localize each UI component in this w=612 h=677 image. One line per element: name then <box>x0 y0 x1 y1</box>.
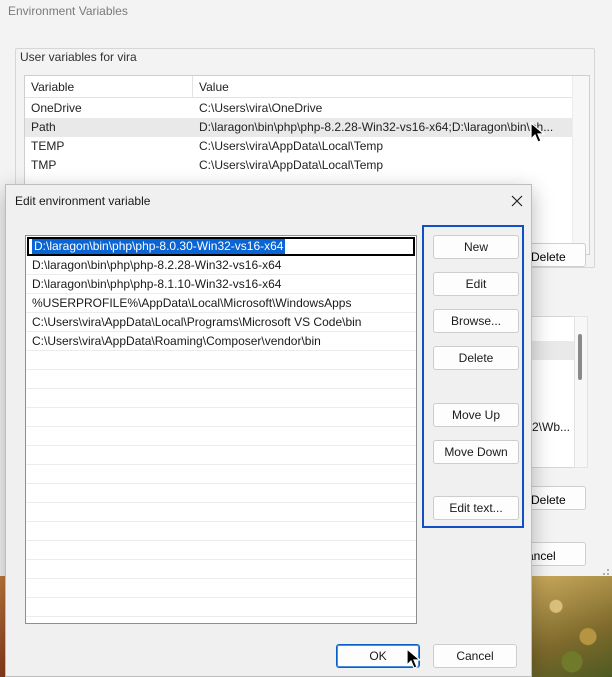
empty-row[interactable] <box>26 427 416 446</box>
mouse-pointer-icon <box>530 122 546 143</box>
resize-grip-icon[interactable] <box>600 566 610 576</box>
system-variables-table[interactable] <box>525 316 575 468</box>
table-row[interactable]: TEMP C:\Users\vira\AppData\Local\Temp <box>25 137 573 156</box>
cancel-button[interactable]: Cancel <box>433 644 517 668</box>
edit-button[interactable]: Edit <box>433 272 519 296</box>
vertical-scrollbar[interactable] <box>572 76 589 254</box>
path-row[interactable]: D:\laragon\bin\php\php-8.2.28-Win32-vs16… <box>26 256 416 275</box>
window-title: Environment Variables <box>8 4 128 18</box>
system-delete-button[interactable]: Delete <box>526 486 586 510</box>
path-text: D:\laragon\bin\php\php-8.1.10-Win32-vs16… <box>32 277 282 291</box>
empty-row[interactable] <box>26 446 416 465</box>
column-header-variable[interactable]: Variable <box>31 80 74 94</box>
empty-row[interactable] <box>26 465 416 484</box>
variable-value: C:\Users\vira\AppData\Local\Temp <box>199 158 384 172</box>
variable-value: C:\Users\vira\OneDrive <box>199 101 323 115</box>
path-list[interactable]: D:\laragon\bin\php\php-8.0.30-Win32-vs16… <box>25 235 417 624</box>
desktop-wallpaper <box>532 576 612 677</box>
user-variables-group-label: User variables for vira <box>19 50 138 64</box>
system-variable-value: 2\Wb... <box>532 420 571 434</box>
empty-row[interactable] <box>26 522 416 541</box>
path-text: D:\laragon\bin\php\php-8.2.28-Win32-vs16… <box>32 258 282 272</box>
window-cancel-button[interactable]: ancel <box>526 542 586 566</box>
close-button[interactable] <box>504 189 530 213</box>
path-text: C:\Users\vira\AppData\Local\Programs\Mic… <box>32 315 362 329</box>
edit-text-button[interactable]: Edit text... <box>433 496 519 520</box>
table-row[interactable]: TMP C:\Users\vira\AppData\Local\Temp <box>25 156 573 175</box>
mouse-pointer-icon <box>406 648 422 669</box>
path-row-selected[interactable]: D:\laragon\bin\php\php-8.0.30-Win32-vs16… <box>27 237 415 256</box>
variable-name: TEMP <box>31 139 65 153</box>
edit-environment-variable-dialog: Edit environment variable D:\laragon\bin… <box>5 184 532 677</box>
variable-value: D:\laragon\bin\php\php-8.2.28-Win32-vs16… <box>199 120 554 134</box>
table-header: Variable Value <box>25 76 573 98</box>
empty-row[interactable] <box>26 579 416 598</box>
path-text: C:\Users\vira\AppData\Roaming\Composer\v… <box>32 334 321 348</box>
path-row[interactable]: %USERPROFILE%\AppData\Local\Microsoft\Wi… <box>26 294 416 313</box>
dialog-title: Edit environment variable <box>15 194 151 208</box>
empty-row[interactable] <box>26 389 416 408</box>
empty-row[interactable] <box>26 560 416 579</box>
empty-row[interactable] <box>26 541 416 560</box>
path-text: D:\laragon\bin\php\php-8.0.30-Win32-vs16… <box>32 239 286 254</box>
path-row[interactable]: D:\laragon\bin\php\php-8.1.10-Win32-vs16… <box>26 275 416 294</box>
empty-row[interactable] <box>26 408 416 427</box>
variable-name: TMP <box>31 158 57 172</box>
column-divider[interactable] <box>192 76 193 98</box>
delete-button[interactable]: Delete <box>433 346 519 370</box>
empty-row[interactable] <box>26 598 416 617</box>
variable-name: Path <box>31 120 56 134</box>
table-row-selected[interactable]: Path D:\laragon\bin\php\php-8.2.28-Win32… <box>25 118 573 137</box>
browse-button[interactable]: Browse... <box>433 309 519 333</box>
path-row[interactable]: C:\Users\vira\AppData\Local\Programs\Mic… <box>26 313 416 332</box>
table-row[interactable]: OneDrive C:\Users\vira\OneDrive <box>25 99 573 118</box>
empty-row[interactable] <box>26 370 416 389</box>
table-row-selected[interactable] <box>525 341 574 360</box>
column-header-value[interactable]: Value <box>199 80 229 94</box>
path-text: %USERPROFILE%\AppData\Local\Microsoft\Wi… <box>32 296 352 310</box>
empty-row[interactable] <box>26 351 416 370</box>
variable-name: OneDrive <box>31 101 82 115</box>
move-down-button[interactable]: Move Down <box>433 440 519 464</box>
empty-row[interactable] <box>26 484 416 503</box>
scrollbar-thumb[interactable] <box>578 334 582 380</box>
close-icon <box>511 195 523 207</box>
path-row[interactable]: C:\Users\vira\AppData\Roaming\Composer\v… <box>26 332 416 351</box>
empty-row[interactable] <box>26 503 416 522</box>
new-button[interactable]: New <box>433 235 519 259</box>
move-up-button[interactable]: Move Up <box>433 403 519 427</box>
variable-value: C:\Users\vira\AppData\Local\Temp <box>199 139 384 153</box>
action-buttons-highlight: New Edit Browse... Delete Move Up Move D… <box>422 225 524 528</box>
user-delete-button[interactable]: Delete <box>526 243 586 267</box>
